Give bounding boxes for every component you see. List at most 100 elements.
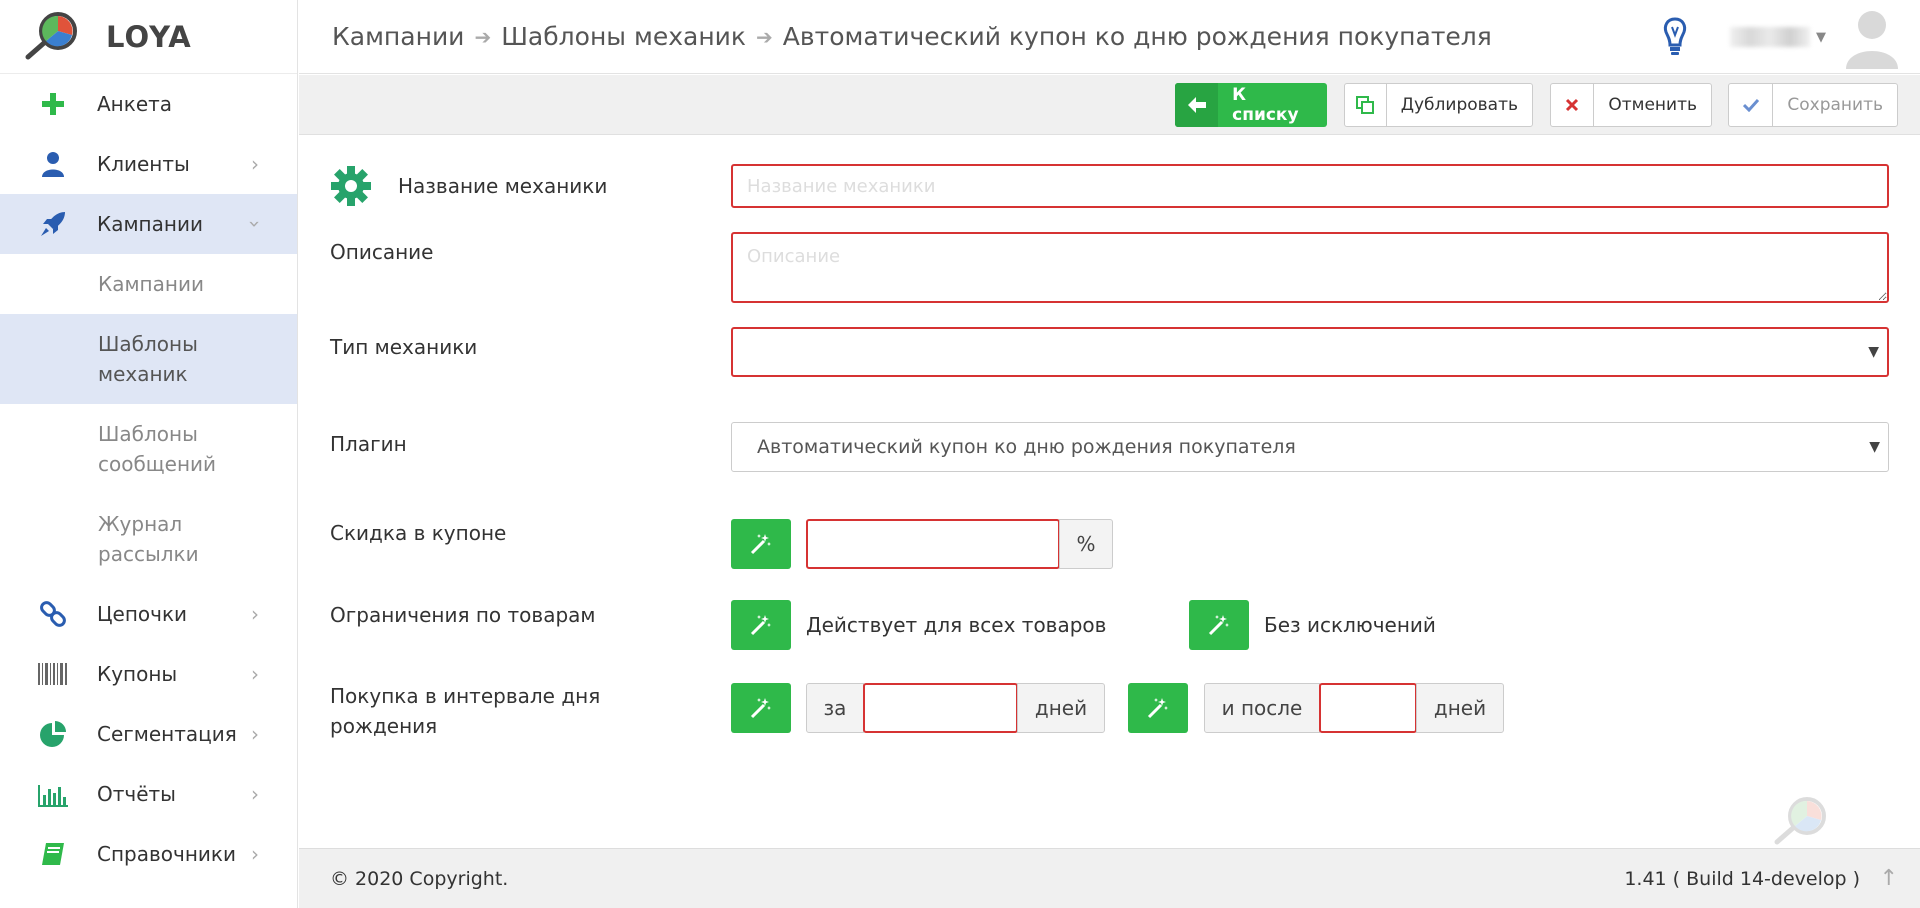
sidebar-item-anketa[interactable]: Анкета <box>0 74 297 134</box>
watermark-logo-icon <box>1774 797 1826 845</box>
interval-after-button[interactable] <box>1128 683 1188 733</box>
caret-down-icon[interactable]: ▼ <box>1816 30 1826 45</box>
plugin-value: Автоматический купон ко дню рождения пок… <box>757 436 1296 458</box>
sidebar-item-references[interactable]: Справочники › <box>0 824 297 884</box>
close-icon <box>1551 84 1595 126</box>
exceptions-button[interactable] <box>1189 600 1249 650</box>
chevron-right-icon: › <box>251 782 259 806</box>
copy-icon <box>1345 84 1387 126</box>
sidebar-subitem-mailing-log[interactable]: Журнал рассылки <box>0 494 297 584</box>
user-icon <box>33 151 73 177</box>
gear-icon <box>331 166 371 206</box>
sidebar: LOYA Анкета Клиенты › Кампании › Кампани… <box>0 0 298 908</box>
discount-input[interactable] <box>806 519 1060 569</box>
rocket-icon <box>33 210 73 238</box>
sidebar-subitem-message-templates[interactable]: Шаблоны сообщений <box>0 404 297 494</box>
book-icon <box>33 841 73 867</box>
arrow-left-icon <box>1175 83 1219 127</box>
interval-before-suffix-text: дней <box>1034 696 1088 720</box>
interval-after-input[interactable] <box>1319 683 1417 733</box>
scroll-top-icon[interactable]: ↑ <box>1880 866 1898 891</box>
sidebar-item-label: Купоны <box>97 662 178 686</box>
app-name: LOYA <box>106 19 192 54</box>
sidebar-item-label: Справочники <box>97 842 236 866</box>
sidebar-subitem-mechanic-templates[interactable]: Шаблоны механик <box>0 314 297 404</box>
sidebar-subitem-label: Шаблоны сообщений <box>98 422 217 476</box>
user-name-blurred[interactable] <box>1730 27 1810 47</box>
logo[interactable]: LOYA <box>0 0 297 74</box>
magic-wand-icon <box>750 698 771 719</box>
sidebar-item-label: Отчёты <box>97 782 176 806</box>
breadcrumb: Кампании ➔ Шаблоны механик ➔ Автоматичес… <box>332 22 1492 51</box>
sidebar-subitem-label: Кампании <box>98 272 204 296</box>
sidebar-item-chains[interactable]: Цепочки › <box>0 584 297 644</box>
chevron-right-icon: › <box>251 152 259 176</box>
sidebar-item-label: Анкета <box>97 92 173 116</box>
exceptions-text: Без исключений <box>1264 613 1436 637</box>
back-to-list-button[interactable]: К списку <box>1175 83 1327 127</box>
sidebar-item-clients[interactable]: Клиенты › <box>0 134 297 194</box>
interval-after-prefix-text: и после <box>1221 696 1303 720</box>
chain-icon <box>33 600 73 628</box>
logo-icon <box>25 11 77 59</box>
mechanic-form: Название механики Описание Тип механики … <box>299 136 1920 848</box>
mechanic-name-input[interactable] <box>731 164 1889 208</box>
interval-after-suffix: дней <box>1416 683 1504 733</box>
sidebar-item-coupons[interactable]: Купоны › <box>0 644 297 704</box>
sidebar-item-campaigns[interactable]: Кампании › <box>0 194 297 254</box>
duplicate-button[interactable]: Дублировать <box>1344 83 1533 127</box>
chevron-down-icon: › <box>243 220 267 228</box>
sidebar-subitem-label: Журнал рассылки <box>98 512 199 566</box>
sidebar-subitem-campaigns[interactable]: Кампании <box>0 254 297 314</box>
mechanic-type-select[interactable]: ▼ <box>731 327 1889 377</box>
description-label: Описание <box>330 240 434 264</box>
type-label: Тип механики <box>330 335 478 359</box>
sidebar-item-reports[interactable]: Отчёты › <box>0 764 297 824</box>
avatar[interactable] <box>1844 5 1900 69</box>
chevron-right-icon: › <box>251 722 259 746</box>
build-version: 1.41 ( Build 14-develop ) <box>1624 867 1860 890</box>
copyright-text: © 2020 Copyright. <box>330 867 509 890</box>
interval-before-input[interactable] <box>863 683 1018 733</box>
sidebar-item-segmentation[interactable]: Сегментация › <box>0 704 297 764</box>
chevron-right-icon: › <box>251 842 259 866</box>
caret-down-icon: ▼ <box>1868 344 1879 360</box>
interval-before-suffix: дней <box>1017 683 1105 733</box>
sidebar-item-label: Клиенты <box>97 152 190 176</box>
lightbulb-icon[interactable] <box>1662 17 1688 57</box>
cancel-button[interactable]: Отменить <box>1550 83 1712 127</box>
goods-restriction-button[interactable] <box>731 600 791 650</box>
chevron-right-icon: › <box>251 602 259 626</box>
sidebar-subitem-label: Шаблоны механик <box>98 332 198 386</box>
pie-chart-icon <box>33 720 73 748</box>
sidebar-item-label: Цепочки <box>97 602 188 626</box>
header-user-area: ▼ <box>1662 0 1920 74</box>
arrow-right-icon: ➔ <box>756 24 773 49</box>
magic-wand-icon <box>750 534 771 555</box>
sidebar-item-label: Кампании <box>97 212 203 236</box>
bar-chart-icon <box>33 781 73 807</box>
save-button[interactable]: Сохранить <box>1728 83 1898 127</box>
action-toolbar: К списку Дублировать Отменить Сохранить <box>299 75 1920 135</box>
restrictions-label: Ограничения по товарам <box>330 603 596 627</box>
magic-wand-button[interactable] <box>731 519 791 569</box>
magic-wand-icon <box>1208 615 1229 636</box>
plugin-select[interactable]: Автоматический купон ко дню рождения пок… <box>731 422 1889 472</box>
description-textarea[interactable] <box>731 232 1889 303</box>
chevron-right-icon: › <box>251 662 259 686</box>
check-icon <box>1729 84 1774 126</box>
interval-before-button[interactable] <box>731 683 791 733</box>
interval-after-suffix-text: дней <box>1433 696 1487 720</box>
breadcrumb-item-mechanic-templates[interactable]: Шаблоны механик <box>501 22 746 51</box>
footer: © 2020 Copyright. 1.41 ( Build 14-develo… <box>299 848 1920 908</box>
save-label: Сохранить <box>1787 95 1883 115</box>
percent-unit: % <box>1076 532 1096 556</box>
name-label: Название механики <box>398 174 608 198</box>
breadcrumb-item-current: Автоматический купон ко дню рождения пок… <box>782 22 1492 51</box>
cancel-label: Отменить <box>1608 95 1697 115</box>
interval-label: Покупка в интервале дня рождения <box>330 684 601 738</box>
back-to-list-label: К списку <box>1232 85 1299 125</box>
interval-before-prefix: за <box>806 683 864 733</box>
breadcrumb-item-campaigns[interactable]: Кампании <box>332 22 464 51</box>
barcode-icon <box>33 663 73 685</box>
